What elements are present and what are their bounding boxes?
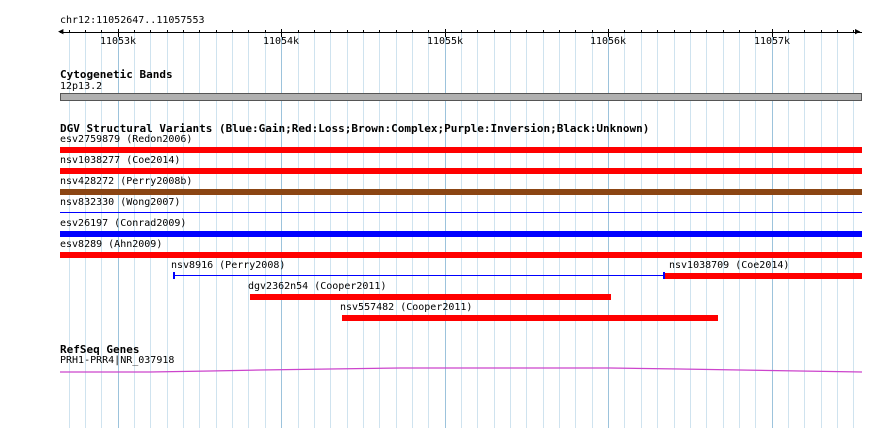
ruler-minor-tick xyxy=(363,30,364,33)
ruler-minor-tick xyxy=(821,30,822,33)
ruler-minor-tick xyxy=(412,30,413,33)
ruler-minor-tick xyxy=(837,30,838,33)
ruler-minor-tick xyxy=(69,30,70,33)
variant-bar[interactable] xyxy=(665,273,862,279)
ruler-tick-label: 11053k xyxy=(99,36,137,47)
ruler-minor-tick xyxy=(461,30,462,33)
variant-bar[interactable] xyxy=(60,231,862,237)
ruler-right-arrow-icon[interactable]: ▶ xyxy=(855,27,860,37)
ruler-minor-tick xyxy=(477,30,478,33)
ruler-minor-tick xyxy=(167,30,168,33)
variant-label: nsv8916 (Perry2008) xyxy=(171,260,286,271)
ruler-minor-tick xyxy=(592,30,593,33)
variant-end-cap xyxy=(173,272,175,279)
variant-label: nsv1038709 (Coe2014) xyxy=(669,260,790,271)
ruler-minor-tick xyxy=(101,30,102,33)
ruler-tick-label: 11055k xyxy=(426,36,464,47)
cytoband-bar[interactable] xyxy=(60,93,862,101)
ruler-minor-tick xyxy=(723,30,724,33)
variant-label: nsv557482 (Cooper2011) xyxy=(340,302,473,313)
ruler-minor-tick xyxy=(314,30,315,33)
refseq-gene-path[interactable] xyxy=(60,367,863,373)
variant-label: esv26197 (Conrad2009) xyxy=(60,218,187,229)
ruler-minor-tick xyxy=(428,30,429,33)
ruler-minor-tick xyxy=(641,30,642,33)
ruler-tick-label: 11057k xyxy=(753,36,791,47)
variant-bar[interactable] xyxy=(60,252,862,258)
ruler-minor-tick xyxy=(216,30,217,33)
ruler-minor-tick xyxy=(853,30,854,33)
ruler-minor-tick xyxy=(330,30,331,33)
ruler-minor-tick xyxy=(674,30,675,33)
ruler-minor-tick xyxy=(755,30,756,33)
ruler-minor-tick xyxy=(510,30,511,33)
ruler-minor-tick xyxy=(248,30,249,33)
variant-bar[interactable] xyxy=(60,212,862,213)
ruler-minor-tick xyxy=(706,30,707,33)
variant-label: esv8289 (Ahn2009) xyxy=(60,239,163,250)
ruler-minor-tick xyxy=(804,30,805,33)
ruler-minor-tick xyxy=(183,30,184,33)
ruler-minor-tick xyxy=(396,30,397,33)
ruler-minor-tick xyxy=(298,30,299,33)
variant-bar[interactable] xyxy=(60,147,862,153)
variant-label: dgv2362n54 (Cooper2011) xyxy=(248,281,387,292)
refseq-gene-line[interactable] xyxy=(0,364,890,378)
ruler-minor-tick xyxy=(559,30,560,33)
ruler-minor-tick xyxy=(526,30,527,33)
variant-label: nsv832330 (Wong2007) xyxy=(60,197,181,208)
ruler-tick-label: 11054k xyxy=(262,36,300,47)
ruler-minor-tick xyxy=(788,30,789,33)
variant-label: nsv1038277 (Coe2014) xyxy=(60,155,181,166)
ruler-minor-tick xyxy=(494,30,495,33)
variant-bar[interactable] xyxy=(173,275,664,276)
ruler-minor-tick xyxy=(379,30,380,33)
ruler-minor-tick xyxy=(543,30,544,33)
location-label: chr12:11052647..11057553 xyxy=(60,15,205,26)
variant-label: esv2759879 (Redon2006) xyxy=(60,134,193,145)
ruler-minor-tick xyxy=(232,30,233,33)
ruler-minor-tick xyxy=(575,30,576,33)
ruler-minor-tick xyxy=(265,30,266,33)
ruler-minor-tick xyxy=(347,30,348,33)
ruler-minor-tick xyxy=(690,30,691,33)
ruler-minor-tick xyxy=(150,30,151,33)
variant-bar[interactable] xyxy=(250,294,611,300)
ruler-minor-tick xyxy=(624,30,625,33)
variant-bar[interactable] xyxy=(60,168,862,174)
ruler-minor-tick xyxy=(739,30,740,33)
ruler-minor-tick xyxy=(199,30,200,33)
variant-bar[interactable] xyxy=(60,189,862,195)
variant-label: nsv428272 (Perry2008b) xyxy=(60,176,193,187)
genome-browser: chr12:11052647..11057553 ◀ ▶ 11053k 11054… xyxy=(0,0,890,428)
ruler-minor-tick xyxy=(85,30,86,33)
cytoband-label: 12p13.2 xyxy=(60,81,103,92)
ruler-minor-tick xyxy=(134,30,135,33)
ruler-minor-tick xyxy=(657,30,658,33)
cytoband-track-title: Cytogenetic Bands xyxy=(60,68,173,81)
variant-bar[interactable] xyxy=(342,315,718,321)
ruler-tick-label: 11056k xyxy=(589,36,627,47)
ruler-left-arrow-icon[interactable]: ◀ xyxy=(58,27,63,37)
